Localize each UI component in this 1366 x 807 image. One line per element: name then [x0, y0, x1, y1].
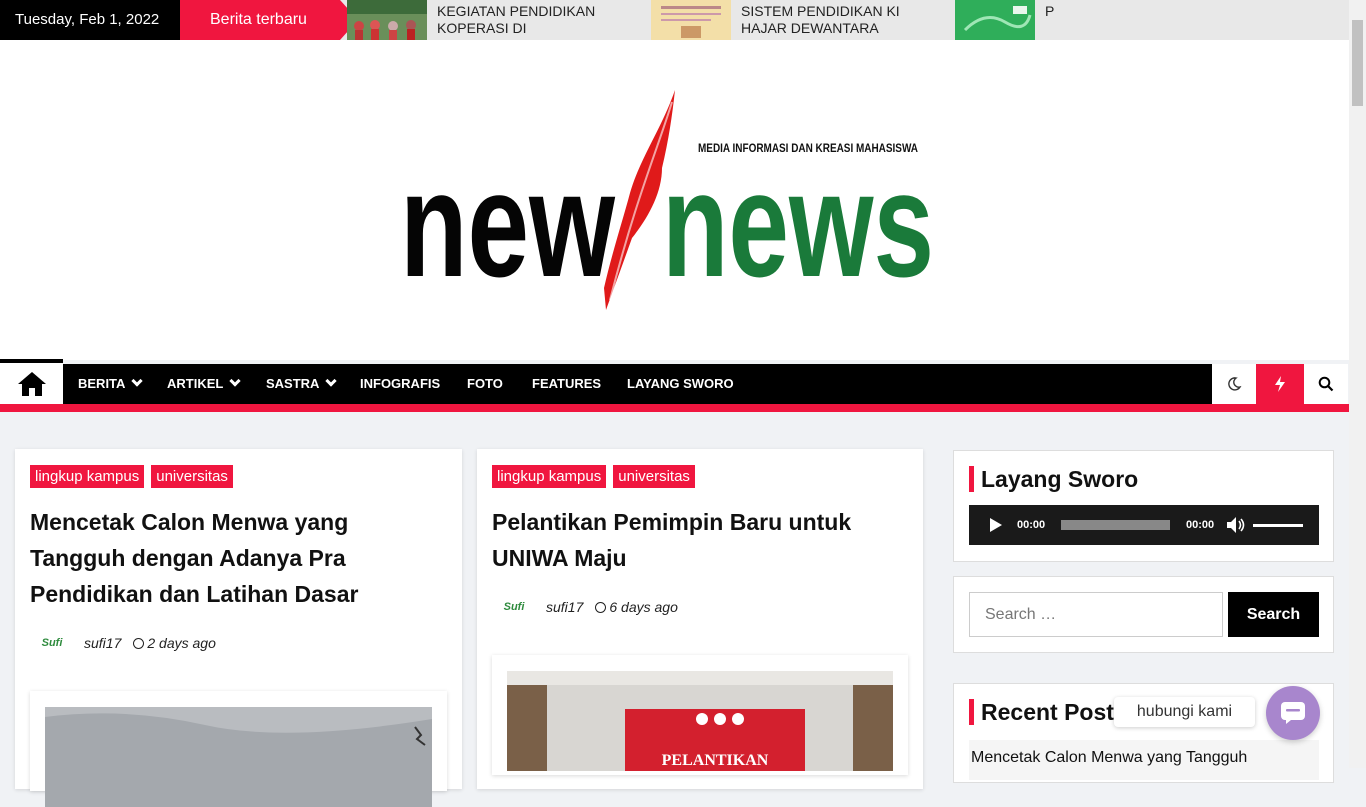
main-nav: BERITA ARTIKEL SASTRA INFOGRAFIS FOTO FE… — [0, 359, 1349, 412]
nav-label: ARTIKEL — [167, 376, 224, 391]
post-title-line: Pendidikan dan Latihan Dasar — [30, 581, 359, 607]
current-date: Tuesday, Feb 1, 2022 — [0, 0, 180, 40]
banner-text: PELANTIKAN — [662, 752, 769, 769]
post-title[interactable]: Mencetak Calon Menwa yang Tangguh dengan… — [30, 504, 358, 612]
widget-title: Layang Sworo — [969, 466, 1138, 492]
dark-mode-toggle[interactable] — [1212, 364, 1256, 404]
page-scrollbar[interactable] — [1349, 0, 1366, 768]
post-title-line: Mencetak Calon Menwa yang — [30, 509, 349, 535]
layang-sworo-widget: Layang Sworo 00:00 00:00 — [953, 450, 1334, 562]
flash-button[interactable] — [1256, 364, 1304, 404]
nav-item-features[interactable]: FEATURES — [532, 364, 601, 404]
tag-link[interactable]: universitas — [613, 465, 695, 488]
post-title-line: UNIWA Maju — [492, 545, 627, 571]
site-logo[interactable]: MEDIA INFORMASI DAN KREASI MAHASISWA new… — [400, 88, 940, 313]
ticker-thumbnail-3[interactable] — [955, 0, 1035, 40]
scrollbar-thumb[interactable] — [1352, 20, 1363, 106]
post-tags: lingkup kampus universitas — [492, 465, 702, 488]
nav-item-sastra[interactable]: SASTRA — [266, 364, 338, 404]
nav-item-artikel[interactable]: ARTIKEL — [167, 364, 242, 404]
nav-item-berita[interactable]: BERITA — [78, 364, 144, 404]
search-icon — [1318, 376, 1334, 392]
author-name[interactable]: sufi17 — [546, 599, 583, 615]
post-image — [45, 707, 432, 807]
clock-icon — [133, 637, 145, 649]
chat-button[interactable] — [1266, 686, 1320, 740]
moon-icon — [1228, 377, 1242, 391]
audio-progress-bar[interactable] — [1061, 520, 1170, 530]
author-avatar[interactable]: Sufi — [492, 593, 536, 621]
ticker-thumbnail-2[interactable] — [651, 0, 731, 40]
chat-icon — [1281, 702, 1305, 724]
audio-current-time: 00:00 — [1017, 519, 1046, 531]
tag-link[interactable]: lingkup kampus — [30, 465, 145, 488]
post-time: 6 days ago — [609, 599, 678, 615]
post-time: 2 days ago — [147, 635, 216, 651]
search-input[interactable]: Search … — [969, 592, 1223, 637]
nav-label: BERITA — [78, 376, 126, 391]
post-tags: lingkup kampus universitas — [30, 465, 240, 488]
tag-link[interactable]: universitas — [151, 465, 233, 488]
post-thumbnail[interactable]: PELANTIKAN — [492, 655, 908, 775]
post-title-line: Pelantikan Pemimpin Baru untuk — [492, 509, 852, 535]
ticker-thumbnail-1[interactable] — [347, 0, 427, 40]
chat-label[interactable]: hubungi kami — [1114, 697, 1255, 727]
nav-item-foto[interactable]: FOTO — [467, 364, 503, 404]
latest-news-label: Berita terbaru — [180, 0, 340, 40]
post-card: lingkup kampus universitas Mencetak Calon… — [15, 449, 462, 807]
site-header: MEDIA INFORMASI DAN KREASI MAHASISWA new… — [0, 40, 1349, 360]
logo-word-news: news — [662, 140, 934, 308]
nav-item-infografis[interactable]: INFOGRAFIS — [360, 364, 440, 404]
top-bar: Tuesday, Feb 1, 2022 Berita terbaru KEGI… — [0, 0, 1349, 53]
audio-duration: 00:00 — [1186, 519, 1215, 531]
post-title[interactable]: Pelantikan Pemimpin Baru untuk UNIWA Maj… — [492, 504, 851, 576]
chevron-down-icon — [229, 375, 242, 387]
ticker-title-2[interactable]: SISTEM PENDIDIKAN KI HAJAR DEWANTARA — [741, 3, 931, 37]
author-name[interactable]: sufi17 — [84, 635, 121, 651]
nav-item-layang-sworo[interactable]: LAYANG SWORO — [627, 364, 734, 404]
volume-icon[interactable] — [1226, 516, 1246, 534]
home-button[interactable] — [0, 359, 63, 404]
clock-icon — [595, 601, 607, 613]
page: Tuesday, Feb 1, 2022 Berita terbaru KEGI… — [0, 0, 1349, 807]
author-avatar[interactable]: Sufi — [30, 629, 74, 657]
post-thumbnail[interactable] — [30, 691, 447, 807]
lightning-icon — [1275, 376, 1285, 392]
recent-post-link[interactable]: Mencetak Calon Menwa yang Tangguh — [969, 740, 1319, 780]
post-meta: Sufi sufi17 6 days ago — [492, 593, 678, 621]
search-toggle[interactable] — [1304, 364, 1348, 404]
chevron-down-icon — [131, 375, 144, 387]
nav-accent-stripe — [0, 404, 1349, 412]
chevron-down-icon — [325, 375, 338, 387]
volume-slider[interactable] — [1253, 524, 1303, 527]
home-icon — [17, 371, 46, 396]
nav-label: SASTRA — [266, 376, 320, 391]
post-image: PELANTIKAN — [507, 671, 893, 771]
post-meta: Sufi sufi17 2 days ago — [30, 629, 216, 657]
logo-word-new: new — [400, 140, 615, 308]
audio-player: 00:00 00:00 — [969, 505, 1319, 545]
post-title-line: Tangguh dengan Adanya Pra — [30, 545, 346, 571]
play-icon[interactable] — [989, 517, 1003, 533]
search-widget: Search … Search — [953, 576, 1334, 653]
post-card: lingkup kampus universitas Pelantikan Pem… — [477, 449, 923, 789]
ticker-title-3[interactable]: P — [1045, 3, 1065, 20]
search-button[interactable]: Search — [1228, 592, 1319, 637]
tag-link[interactable]: lingkup kampus — [492, 465, 607, 488]
widget-title: Recent Post — [969, 699, 1114, 725]
